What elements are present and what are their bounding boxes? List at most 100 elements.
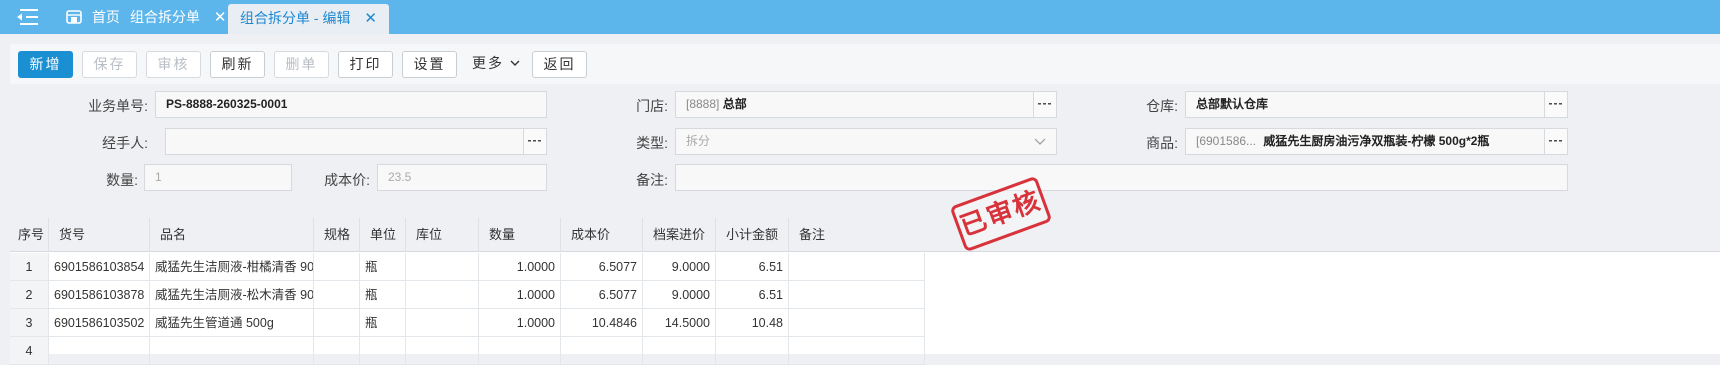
cell-qty[interactable]: 1.0000 bbox=[479, 253, 561, 281]
col-header[interactable]: 成本价 bbox=[561, 218, 643, 252]
cell-unit[interactable] bbox=[360, 337, 406, 365]
store-name: 总部 bbox=[722, 97, 747, 111]
cell-subtotal[interactable]: 6.51 bbox=[716, 253, 789, 281]
col-header[interactable]: 规格 bbox=[314, 218, 360, 252]
tab-split-edit[interactable]: 组合拆分单 - 编辑 ✕ bbox=[228, 4, 389, 34]
col-header[interactable]: 档案进价 bbox=[643, 218, 716, 252]
product-field[interactable]: [6901586... 威猛先生厨房油污净双瓶装-柠檬 500g*2瓶 --- bbox=[1185, 128, 1568, 155]
cell-price[interactable]: 14.5000 bbox=[643, 309, 716, 337]
type-select[interactable]: 拆分 bbox=[675, 128, 1057, 155]
cell-remark[interactable] bbox=[789, 309, 925, 337]
cell-cost[interactable]: 6.5077 bbox=[561, 253, 643, 281]
store-label: 门店: bbox=[636, 98, 668, 114]
col-header[interactable]: 单位 bbox=[360, 218, 406, 252]
col-header[interactable]: 品名 bbox=[150, 218, 314, 252]
tab-split-list[interactable]: 组合拆分单 ✕ bbox=[118, 0, 238, 34]
store-field[interactable]: [8888] 总部 --- bbox=[675, 91, 1057, 118]
cell-code[interactable]: 6901586103854 bbox=[49, 253, 150, 281]
remark-field[interactable] bbox=[675, 164, 1568, 191]
back-button[interactable]: 返回 bbox=[532, 51, 587, 78]
table-row[interactable]: 4 bbox=[10, 337, 1015, 365]
tab-bar: 首页 组合拆分单 ✕ 组合拆分单 - 编辑 ✕ bbox=[0, 0, 1720, 34]
cell-idx: 3 bbox=[10, 309, 49, 337]
product-picker-button[interactable]: --- bbox=[1544, 128, 1568, 155]
cell-spec[interactable] bbox=[314, 253, 360, 281]
product-name: 威猛先生厨房油污净双瓶装-柠檬 500g*2瓶 bbox=[1263, 134, 1490, 148]
cell-unit[interactable]: 瓶 bbox=[360, 281, 406, 309]
table-row[interactable]: 1 6901586103854 威猛先生洁厕液-柑橘清香 90... 瓶 1.0… bbox=[10, 253, 1015, 281]
save-button[interactable]: 保存 bbox=[82, 51, 137, 78]
cell-remark[interactable] bbox=[789, 253, 925, 281]
cell-price[interactable]: 9.0000 bbox=[643, 281, 716, 309]
more-dropdown[interactable]: 更多 bbox=[466, 51, 526, 78]
delete-button[interactable]: 删单 bbox=[274, 51, 329, 78]
cell-idx: 4 bbox=[10, 337, 49, 365]
cell-location[interactable] bbox=[406, 309, 479, 337]
cell-location[interactable] bbox=[406, 281, 479, 309]
cell-remark[interactable] bbox=[789, 281, 925, 309]
cell-price[interactable]: 9.0000 bbox=[643, 253, 716, 281]
warehouse-picker-button[interactable]: --- bbox=[1544, 91, 1568, 118]
cell-cost[interactable]: 10.4846 bbox=[561, 309, 643, 337]
tab-split-edit-label: 组合拆分单 - 编辑 bbox=[240, 10, 351, 26]
col-header[interactable]: 数量 bbox=[479, 218, 561, 252]
cell-name[interactable] bbox=[150, 337, 314, 365]
cell-name[interactable]: 威猛先生管道通 500g bbox=[150, 309, 314, 337]
cell-idx: 1 bbox=[10, 253, 49, 281]
menu-collapse-icon[interactable] bbox=[16, 8, 40, 26]
settings-button[interactable]: 设置 bbox=[402, 51, 457, 78]
cell-qty[interactable]: 1.0000 bbox=[479, 309, 561, 337]
cell-subtotal[interactable]: 10.48 bbox=[716, 309, 789, 337]
print-button[interactable]: 打印 bbox=[338, 51, 393, 78]
cell-qty[interactable] bbox=[479, 337, 561, 365]
cell-code[interactable]: 6901586103878 bbox=[49, 281, 150, 309]
warehouse-field[interactable]: 总部默认仓库 --- bbox=[1185, 91, 1568, 118]
cell-code[interactable]: 6901586103502 bbox=[49, 309, 150, 337]
handler-picker-button[interactable]: --- bbox=[523, 128, 547, 155]
chevron-down-icon bbox=[1034, 138, 1046, 145]
doc-no-field[interactable]: PS-8888-260325-0001 bbox=[155, 91, 547, 118]
cell-subtotal[interactable]: 6.51 bbox=[716, 281, 789, 309]
col-header[interactable]: 货号 bbox=[49, 218, 150, 252]
col-header[interactable]: 库位 bbox=[406, 218, 479, 252]
warehouse-name: 总部默认仓库 bbox=[1196, 97, 1269, 111]
product-label: 商品: bbox=[1146, 135, 1178, 151]
col-header[interactable]: 备注 bbox=[789, 218, 925, 252]
close-icon[interactable]: ✕ bbox=[214, 9, 227, 26]
detail-table: 序号 货号 品名 规格 单位 库位 数量 成本价 档案进价 小计金额 备注 1 … bbox=[10, 218, 1720, 365]
cell-location[interactable] bbox=[406, 337, 479, 365]
cell-location[interactable] bbox=[406, 253, 479, 281]
tab-split-list-label: 组合拆分单 bbox=[130, 9, 200, 25]
table-row[interactable]: 2 6901586103878 威猛先生洁厕液-松木清香 90... 瓶 1.0… bbox=[10, 281, 1015, 309]
doc-no-label: 业务单号: bbox=[88, 98, 148, 114]
cell-spec[interactable] bbox=[314, 337, 360, 365]
store-picker-button[interactable]: --- bbox=[1033, 91, 1057, 118]
add-button[interactable]: 新增 bbox=[18, 51, 73, 78]
cell-spec[interactable] bbox=[314, 281, 360, 309]
cell-name[interactable]: 威猛先生洁厕液-松木清香 90... bbox=[150, 281, 314, 309]
cell-name[interactable]: 威猛先生洁厕液-柑橘清香 90... bbox=[150, 253, 314, 281]
handler-label: 经手人: bbox=[102, 135, 148, 151]
table-row[interactable]: 3 6901586103502 威猛先生管道通 500g 瓶 1.0000 10… bbox=[10, 309, 1015, 337]
refresh-button[interactable]: 刷新 bbox=[210, 51, 265, 78]
type-label: 类型: bbox=[636, 135, 668, 151]
audit-button[interactable]: 审核 bbox=[146, 51, 201, 78]
cost-field[interactable]: 23.5 bbox=[377, 164, 547, 191]
col-header[interactable]: 序号 bbox=[10, 218, 49, 252]
handler-field[interactable]: --- bbox=[165, 128, 547, 155]
cell-unit[interactable]: 瓶 bbox=[360, 309, 406, 337]
cell-subtotal[interactable] bbox=[716, 337, 789, 365]
cell-price[interactable] bbox=[643, 337, 716, 365]
close-icon[interactable]: ✕ bbox=[364, 10, 377, 27]
col-header[interactable]: 小计金额 bbox=[716, 218, 789, 252]
cell-cost[interactable]: 6.5077 bbox=[561, 281, 643, 309]
cell-cost[interactable] bbox=[561, 337, 643, 365]
cell-code[interactable] bbox=[49, 337, 150, 365]
cell-unit[interactable]: 瓶 bbox=[360, 253, 406, 281]
cell-remark[interactable] bbox=[789, 337, 925, 365]
cell-spec[interactable] bbox=[314, 309, 360, 337]
chevron-down-icon bbox=[510, 60, 520, 66]
cell-qty[interactable]: 1.0000 bbox=[479, 281, 561, 309]
warehouse-label: 仓库: bbox=[1146, 98, 1178, 114]
qty-field[interactable]: 1 bbox=[144, 164, 292, 191]
